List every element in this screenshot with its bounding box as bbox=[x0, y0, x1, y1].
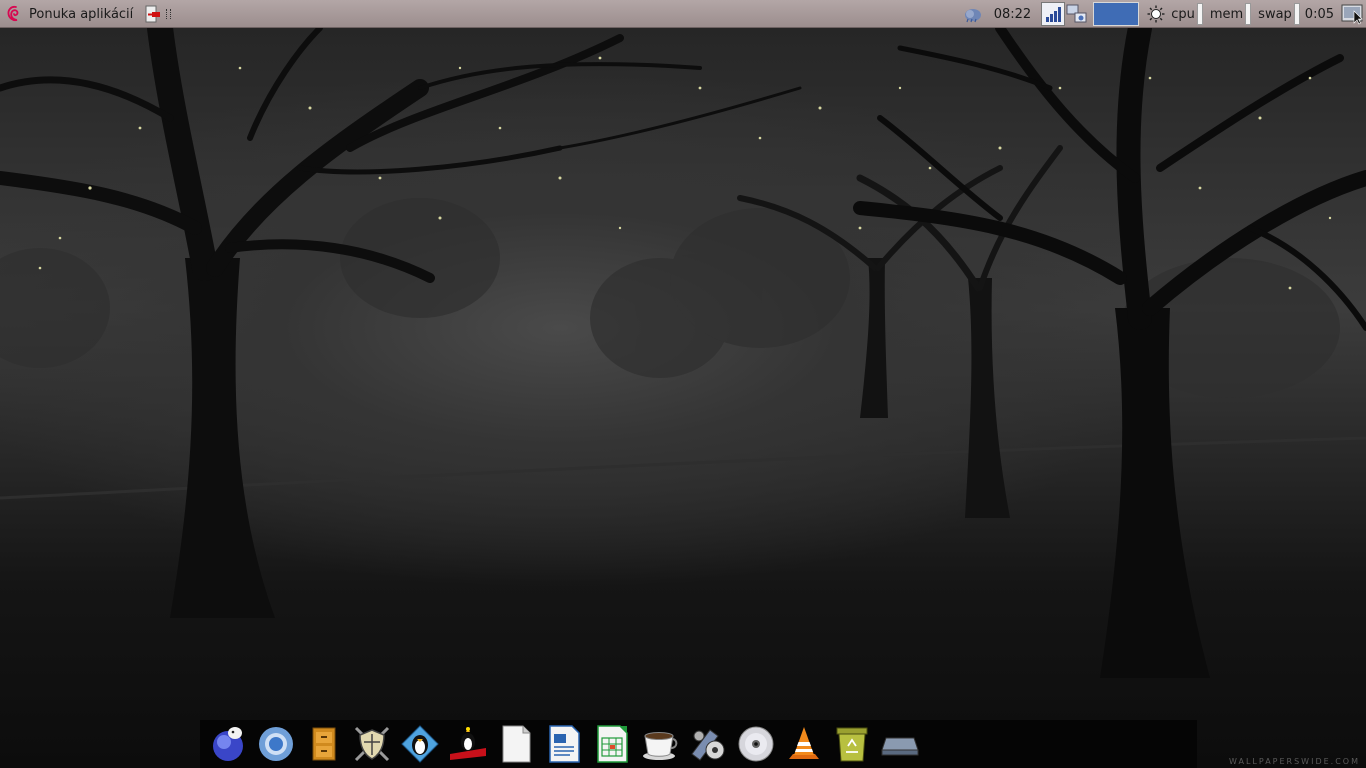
mem-meter-bar[interactable] bbox=[1245, 3, 1252, 25]
wallpaper-watermark: WALLPAPERSWIDE.COM bbox=[1229, 757, 1360, 766]
coffee-cup-icon bbox=[643, 732, 678, 760]
dock-item-seamonkey[interactable] bbox=[204, 720, 252, 768]
panel-clock[interactable]: 08:22 bbox=[986, 7, 1041, 22]
optical-disc-icon bbox=[738, 726, 774, 762]
dock-item-tux-racer[interactable] bbox=[444, 720, 492, 768]
cpu-meter-label: cpu bbox=[1171, 6, 1195, 22]
video-editor-icon bbox=[691, 729, 725, 761]
dock-item-writer[interactable] bbox=[540, 720, 588, 768]
logout-launcher[interactable] bbox=[143, 2, 172, 26]
show-desktop-button[interactable] bbox=[1340, 2, 1364, 26]
debian-logo-icon bbox=[7, 5, 19, 22]
chromium-icon bbox=[259, 727, 293, 761]
file-manager-icon bbox=[312, 727, 336, 761]
network-computers-icon bbox=[1066, 4, 1087, 23]
cpu-meter-bar[interactable] bbox=[1196, 3, 1203, 25]
network-monitor-applet[interactable] bbox=[1065, 2, 1089, 26]
seamonkey-icon bbox=[213, 727, 243, 761]
dock-item-vlc[interactable] bbox=[780, 720, 828, 768]
uptime-display: 0:05 bbox=[1304, 6, 1334, 22]
panel-left-area: Ponuka aplikácií bbox=[4, 0, 172, 28]
tux-racer-icon bbox=[450, 727, 486, 760]
desktop-wallpaper: WALLPAPERSWIDE.COM bbox=[0, 28, 1366, 768]
network-applet[interactable] bbox=[1041, 2, 1066, 26]
signal-bars-icon bbox=[1046, 7, 1062, 22]
dock-item-disc-burner[interactable] bbox=[732, 720, 780, 768]
drive-icon bbox=[881, 737, 919, 756]
blank-document-icon bbox=[502, 725, 531, 763]
weather-applet[interactable] bbox=[960, 2, 986, 26]
trash-icon bbox=[836, 727, 868, 762]
dock-item-coffee[interactable] bbox=[636, 720, 684, 768]
foggy-trees-wallpaper bbox=[0, 28, 1366, 678]
dock-item-file-manager[interactable] bbox=[300, 720, 348, 768]
dock-item-chromium[interactable] bbox=[252, 720, 300, 768]
dock-item-calc[interactable] bbox=[588, 720, 636, 768]
penguin-game-icon bbox=[401, 725, 439, 763]
vlc-cone-icon bbox=[789, 727, 819, 759]
dock-item-video-editor[interactable] bbox=[684, 720, 732, 768]
dock-item-drive[interactable] bbox=[876, 720, 924, 768]
workspace-pager[interactable] bbox=[1093, 2, 1140, 26]
writer-document-icon bbox=[549, 725, 580, 763]
panel-right-area: 08:22 cpu mem swap 0:05 bbox=[960, 0, 1366, 28]
dock-item-blank-document[interactable] bbox=[492, 720, 540, 768]
calc-spreadsheet-icon bbox=[597, 725, 628, 763]
applications-menu-button[interactable]: Ponuka aplikácií bbox=[4, 2, 139, 26]
dock-item-trash[interactable] bbox=[828, 720, 876, 768]
sun-icon bbox=[1147, 5, 1165, 23]
weather-cloud-icon bbox=[964, 9, 981, 23]
desktop-screen-icon bbox=[1341, 4, 1363, 25]
shield-swords-icon bbox=[354, 726, 390, 762]
application-dock bbox=[200, 720, 1197, 768]
swap-meter-bar[interactable] bbox=[1293, 3, 1300, 25]
applications-menu-label: Ponuka aplikácií bbox=[29, 6, 134, 22]
dock-item-shield[interactable] bbox=[348, 720, 396, 768]
swap-meter-label: swap bbox=[1258, 6, 1292, 22]
brightness-applet[interactable] bbox=[1145, 2, 1167, 26]
dock-item-penguin-game[interactable] bbox=[396, 720, 444, 768]
mem-meter-label: mem bbox=[1209, 6, 1244, 22]
logout-icon bbox=[145, 5, 161, 23]
top-panel: Ponuka aplikácií 08:22 cpu mem swap 0:05 bbox=[0, 0, 1366, 28]
panel-handle[interactable] bbox=[166, 9, 172, 19]
